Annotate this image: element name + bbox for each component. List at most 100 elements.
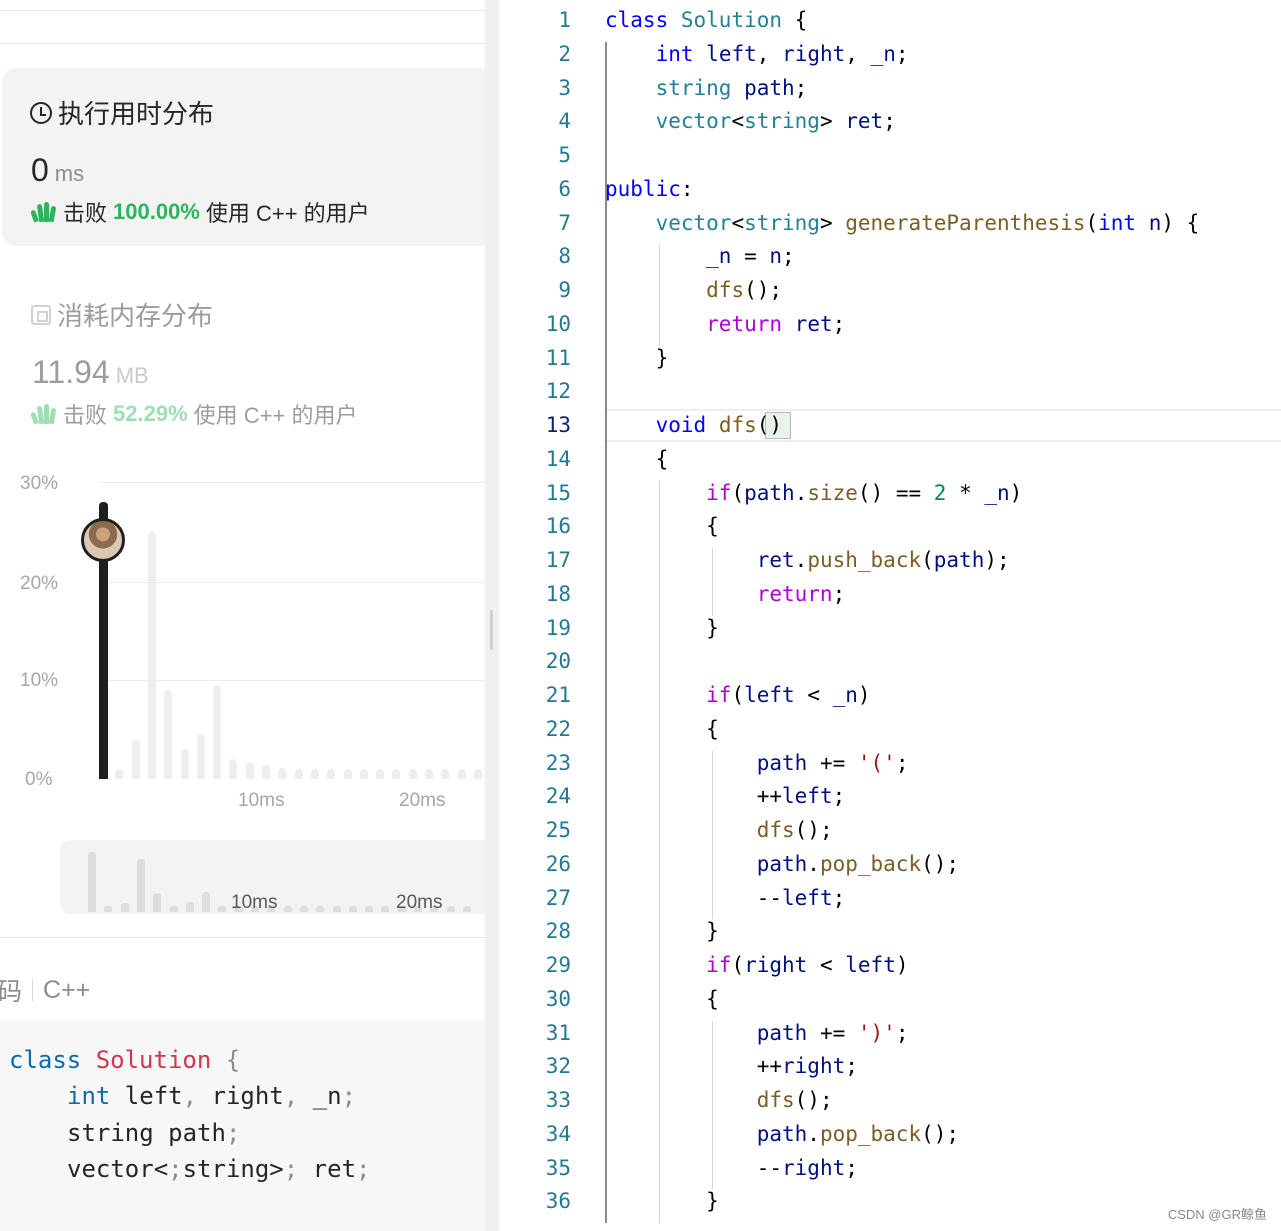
code-line[interactable]: { [605,514,719,538]
code-line[interactable]: { [605,717,719,741]
chart-bar[interactable] [180,749,189,779]
overview-tick-label: 10ms [231,892,278,913]
code-line[interactable]: vector<string> generateParenthesis(int n… [605,211,1200,235]
overview-bar [316,906,325,912]
chart-bar[interactable] [327,769,336,779]
code-line[interactable]: dfs(); [605,1088,833,1112]
code-line[interactable]: path += '('; [605,751,909,775]
line-number: 17 [545,548,571,572]
chart-bar[interactable] [310,769,319,779]
code-line[interactable]: } [605,346,669,370]
chart-bar[interactable] [131,739,140,779]
code-line[interactable]: } [605,616,719,640]
x-tick-label: 10ms [238,790,285,811]
overview-bar [446,906,455,912]
chart-bar[interactable] [278,768,287,779]
chart-bar[interactable] [343,769,352,779]
gridline [100,680,485,681]
code-line[interactable]: { [605,447,669,471]
code-line[interactable]: path.pop_back(); [605,852,959,876]
chart-bar[interactable] [392,769,401,779]
chart-bar[interactable] [164,689,173,779]
code-line[interactable]: dfs(); [605,278,782,302]
code-line[interactable]: --left; [605,886,846,910]
chart-bar[interactable] [115,769,124,779]
chart-bar[interactable] [473,769,482,779]
chart-bar[interactable] [262,765,270,779]
line-number: 10 [545,311,571,336]
line-number: 12 [545,379,571,404]
line-number: 22 [545,716,571,741]
code-line[interactable]: } [605,919,719,943]
line-number: 30 [545,986,571,1011]
code-line[interactable]: if(left < _n) [605,683,870,707]
chart-overview-scrubber[interactable]: 10ms 20ms [60,840,485,914]
code-line[interactable]: ret.push_back(path); [605,548,1010,572]
code-line[interactable]: ++left; [605,784,846,808]
chart-bar[interactable] [213,684,222,779]
code-line[interactable]: path += ')'; [605,1021,909,1045]
line-number: 8 [558,244,571,269]
code-line[interactable]: _n = n; [605,244,795,268]
chart-bar[interactable] [196,734,205,779]
y-tick-label: 10% [20,670,59,691]
chart-bar[interactable] [359,769,368,779]
chart-bar[interactable] [376,769,385,779]
code-line[interactable]: { [605,987,719,1011]
chart-bar[interactable] [229,759,238,779]
code-line[interactable]: --right; [605,1156,858,1180]
chart-bar[interactable] [294,769,303,779]
code-line[interactable]: vector<string> ret; [605,109,896,133]
code-line[interactable]: return; [605,582,846,606]
chart-bar[interactable] [441,769,450,779]
chart-bar[interactable] [425,769,433,779]
chart-bar[interactable] [457,769,466,779]
code-line[interactable]: } [605,1189,719,1213]
clock-icon [30,101,52,124]
line-number: 20 [545,649,571,674]
line-number: 3 [558,75,571,100]
divider [0,43,485,44]
runtime-card[interactable]: 执行用时分布 0 ms 击败 100.00% 使用 C++ 的用户 [2,68,485,246]
code-line[interactable]: ++right; [605,1054,858,1078]
code-line[interactable]: class Solution { [605,8,807,32]
code-line[interactable]: string path; [605,76,808,100]
code-line[interactable]: if(right < left) [605,953,908,977]
overview-bar [88,852,96,912]
line-number: 36 [545,1189,571,1214]
code-preview: class Solution { int left, right, _n; st… [0,1020,485,1231]
chart-bar[interactable] [408,769,417,779]
line-number: 1 [558,8,571,32]
overview-bar [169,905,178,912]
line-number: 5 [558,143,571,167]
chart-bar[interactable] [147,531,156,779]
runtime-title: 执行用时分布 [30,94,214,131]
overview-bar [365,906,374,912]
line-number: 33 [545,1088,571,1112]
code-line[interactable]: void dfs() [605,413,782,437]
line-number: 19 [545,615,571,640]
code-line[interactable]: int left, right, _n; [605,42,909,66]
code-line[interactable]: if(path.size() == 2 * _n) [605,481,1022,505]
overview-bar [381,906,390,912]
line-number: 31 [545,1020,571,1045]
code-line[interactable]: path.pop_back(); [605,1122,959,1146]
memory-beat-line: 击败 52.29% 使用 C++ 的用户 [30,398,357,430]
code-line[interactable]: dfs(); [605,818,833,842]
runtime-distribution-chart[interactable]: 30% 20% 10% 0% 10ms 20ms [0,470,485,820]
splitter-handle[interactable] [490,610,493,650]
line-number: 21 [545,683,571,707]
line-number: 16 [545,514,571,539]
y-tick-label: 0% [25,769,53,790]
line-number: 35 [545,1155,571,1180]
divider [0,937,485,938]
runtime-beat-line: 击败 100.00% 使用 C++ 的用户 [30,196,370,228]
code-line[interactable]: return ret; [605,312,845,336]
overview-bar [218,906,227,912]
chart-bar[interactable] [245,763,254,779]
code-editor[interactable]: 1 class Solution {2 int left, right, _n; 3… [499,0,1281,1231]
y-tick-label: 20% [20,573,59,594]
overview-bar [283,906,292,912]
divider [0,10,485,11]
code-line[interactable]: public: [605,177,694,201]
